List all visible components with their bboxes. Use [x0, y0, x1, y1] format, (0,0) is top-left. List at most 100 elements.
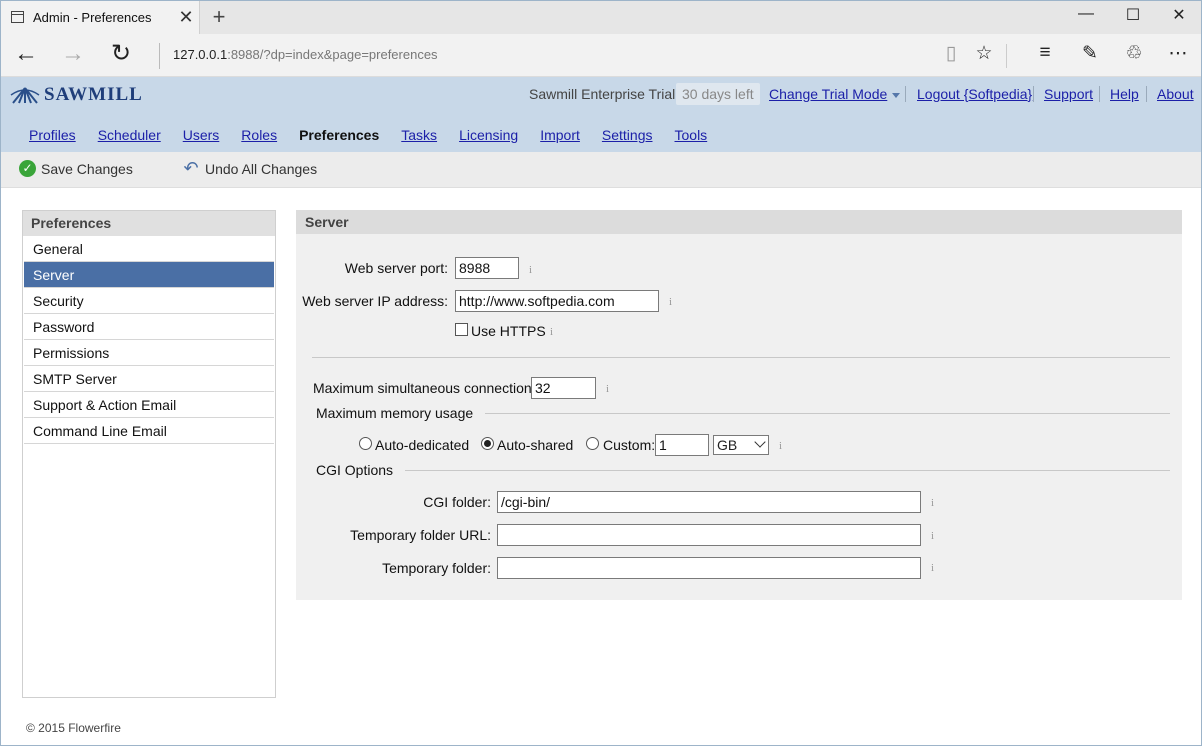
footer-copyright: © 2015 Flowerfire	[26, 721, 121, 735]
more-icon[interactable]: ⋯	[1165, 42, 1191, 65]
undo-icon: ↶	[183, 158, 199, 178]
auto-dedicated-radio[interactable]	[359, 437, 372, 450]
nav-roles[interactable]: Roles	[241, 127, 277, 143]
chevron-down-icon	[892, 92, 901, 98]
sidebar-item-command-line-email[interactable]: Command Line Email	[24, 418, 274, 444]
temp-folder-label: Temporary folder:	[382, 560, 491, 576]
sidebar-item-permissions[interactable]: Permissions	[24, 340, 274, 366]
change-trial-mode-label: Change Trial Mode	[769, 86, 888, 102]
custom-memory-radio[interactable]	[586, 437, 599, 450]
app-header: SAWMILL Sawmill Enterprise Trial 30 days…	[1, 77, 1201, 152]
header-separator	[1099, 86, 1100, 102]
sidebar-item-server[interactable]: Server	[24, 262, 274, 288]
web-server-port-label: Web server port:	[344, 260, 448, 276]
page-icon	[11, 11, 24, 23]
sidebar-item-general[interactable]: General	[24, 236, 274, 262]
nav-import[interactable]: Import	[540, 127, 580, 143]
use-https-label: Use HTTPS	[471, 323, 546, 339]
undo-all-changes-button[interactable]: ↶ Undo All Changes	[182, 158, 318, 178]
action-bar: ✓ Save Changes ↶ Undo All Changes	[1, 152, 1201, 188]
web-server-ip-input[interactable]	[455, 290, 659, 312]
share-icon[interactable]: ♲	[1121, 42, 1147, 65]
temp-folder-input[interactable]	[497, 557, 921, 579]
temp-folder-info-icon[interactable]: i	[931, 562, 934, 574]
nav-tasks[interactable]: Tasks	[401, 127, 437, 143]
change-trial-mode-link[interactable]: Change Trial Mode	[769, 86, 901, 102]
sidebar-title: Preferences	[23, 211, 275, 236]
web-note-icon[interactable]: ✎	[1077, 42, 1103, 65]
sidebar-item-support-action-email[interactable]: Support & Action Email	[24, 392, 274, 418]
web-server-port-input[interactable]	[455, 257, 519, 279]
refresh-icon[interactable]: ↻	[106, 40, 136, 68]
memory-unit-select[interactable]: GB	[713, 435, 769, 455]
check-icon: ✓	[19, 160, 36, 177]
memory-info-icon[interactable]: i	[779, 440, 782, 452]
temp-folder-url-input[interactable]	[497, 524, 921, 546]
sawmill-logo[interactable]: SAWMILL	[9, 84, 143, 106]
ip-info-icon[interactable]: i	[669, 296, 672, 308]
cgi-section-rule	[316, 470, 1170, 471]
panel-title: Server	[296, 210, 1182, 234]
web-server-ip-label: Web server IP address:	[302, 293, 448, 309]
address-path: :8988/?dp=index&page=preferences	[227, 47, 438, 62]
address-separator	[159, 43, 160, 69]
cgi-section-title: CGI Options	[316, 462, 406, 478]
sidebar-item-password[interactable]: Password	[24, 314, 274, 340]
cgi-folder-input[interactable]	[497, 491, 921, 513]
divider	[312, 357, 1170, 358]
temp-folder-url-label: Temporary folder URL:	[350, 527, 491, 543]
minimize-icon[interactable]: —	[1074, 5, 1098, 23]
auto-dedicated-label: Auto-dedicated	[375, 437, 470, 453]
back-icon[interactable]: ←	[11, 40, 41, 68]
favorite-icon[interactable]: ☆	[971, 42, 997, 65]
nav-settings[interactable]: Settings	[602, 127, 653, 143]
hub-icon[interactable]: ≡	[1032, 42, 1058, 64]
support-link[interactable]: Support	[1044, 86, 1093, 102]
address-host: 127.0.0.1	[173, 47, 228, 62]
chevron-down-icon	[754, 436, 766, 448]
trial-name: Sawmill Enterprise Trial	[529, 86, 676, 102]
sidebar-item-smtp-server[interactable]: SMTP Server	[24, 366, 274, 392]
header-separator	[905, 86, 906, 102]
temp-url-info-icon[interactable]: i	[931, 530, 934, 542]
close-window-icon[interactable]: ✕	[1167, 5, 1191, 25]
trial-days-badge: 30 days left	[676, 83, 760, 105]
auto-shared-radio[interactable]	[481, 437, 494, 450]
https-info-icon[interactable]: i	[550, 326, 553, 338]
tab-close-icon[interactable]: ✕	[177, 7, 195, 28]
new-tab-icon[interactable]: +	[209, 4, 229, 30]
nav-licensing[interactable]: Licensing	[459, 127, 518, 143]
nav-tools[interactable]: Tools	[675, 127, 708, 143]
logo-text: SAWMILL	[44, 84, 143, 105]
max-connections-input[interactable]	[531, 377, 596, 399]
save-changes-button[interactable]: ✓ Save Changes	[19, 160, 133, 177]
toolbar-separator	[1006, 44, 1007, 68]
logout-link[interactable]: Logout {Softpedia}	[917, 86, 1032, 102]
cgi-folder-info-icon[interactable]: i	[931, 497, 934, 509]
maximize-icon[interactable]: ☐	[1121, 5, 1145, 25]
header-separator	[1033, 86, 1034, 102]
auto-shared-label: Auto-shared	[497, 437, 574, 453]
browser-tab[interactable]: Admin - Preferences ✕	[1, 1, 200, 34]
nav-scheduler[interactable]: Scheduler	[98, 127, 161, 143]
connections-info-icon[interactable]: i	[606, 383, 609, 395]
browser-titlebar: Admin - Preferences ✕ + — ☐ ✕	[1, 1, 1201, 34]
nav-users[interactable]: Users	[183, 127, 220, 143]
custom-memory-label: Custom:	[603, 437, 656, 453]
sidebar-item-security[interactable]: Security	[24, 288, 274, 314]
reading-view-icon[interactable]: ▯	[938, 42, 964, 65]
forward-icon[interactable]: →	[58, 40, 88, 68]
port-info-icon[interactable]: i	[529, 264, 532, 276]
custom-memory-input[interactable]	[655, 434, 709, 456]
use-https-checkbox[interactable]	[455, 323, 468, 336]
nav-preferences[interactable]: Preferences	[299, 127, 379, 143]
preferences-sidebar: Preferences General Server Security Pass…	[22, 210, 276, 698]
help-link[interactable]: Help	[1110, 86, 1139, 102]
sawmill-logo-icon	[10, 87, 40, 104]
about-link[interactable]: About	[1157, 86, 1194, 102]
tab-title: Admin - Preferences	[33, 10, 152, 25]
cgi-folder-label: CGI folder:	[423, 494, 491, 510]
address-bar[interactable]: 127.0.0.1:8988/?dp=index&page=preference…	[173, 47, 438, 62]
undo-all-changes-label: Undo All Changes	[205, 160, 318, 177]
nav-profiles[interactable]: Profiles	[29, 127, 76, 143]
